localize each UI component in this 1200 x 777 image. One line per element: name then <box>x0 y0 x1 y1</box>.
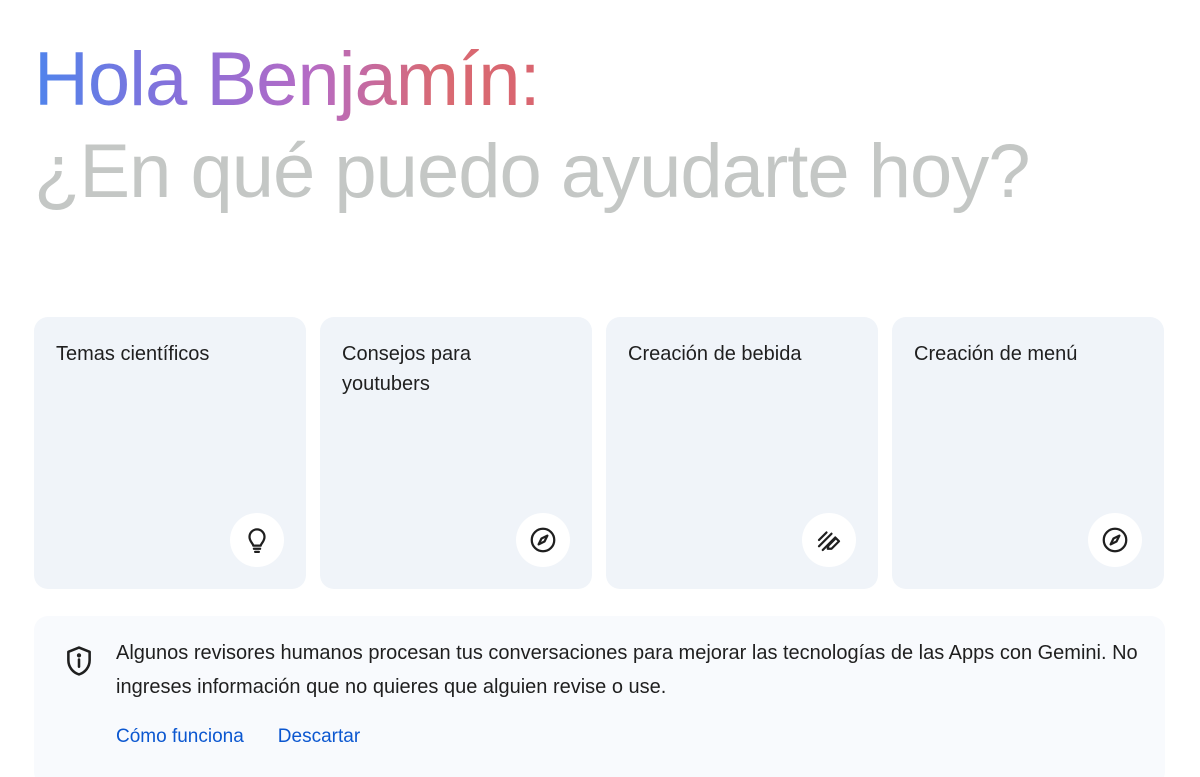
lightbulb-icon <box>230 513 284 567</box>
suggestion-card-label: Creación de menú <box>914 343 1078 365</box>
suggestion-card-label: Temas científicos <box>56 343 210 365</box>
suggestion-card-creacion-bebida[interactable]: Creación de bebida <box>606 317 878 589</box>
greeting-subtitle: ¿En qué puedo ayudarte hoy? <box>34 129 1031 214</box>
greeting-title-text: Hola Benjamín: <box>34 37 541 122</box>
compass-icon <box>516 513 570 567</box>
privacy-notice: Algunos revisores humanos procesan tus c… <box>34 616 1165 777</box>
compass-icon <box>1088 513 1142 567</box>
greeting-title: Hola Benjamín: <box>34 34 541 126</box>
gemini-home: Hola Benjamín: ¿En qué puedo ayudarte ho… <box>0 0 1200 777</box>
privacy-notice-actions: Cómo funciona Descartar <box>116 726 360 748</box>
suggestion-card-label: Creación de bebida <box>628 343 802 365</box>
suggestion-card-label: Consejos para youtubers <box>342 343 471 395</box>
shield-info-icon <box>62 644 96 678</box>
privacy-notice-text: Algunos revisores humanos procesan tus c… <box>116 642 1138 698</box>
suggestion-card-creacion-menu[interactable]: Creación de menú <box>892 317 1164 589</box>
how-it-works-link[interactable]: Cómo funciona <box>116 726 244 748</box>
dismiss-link[interactable]: Descartar <box>278 726 360 748</box>
edit-pen-icon <box>802 513 856 567</box>
suggestion-card-temas-cientificos[interactable]: Temas científicos <box>34 317 306 589</box>
suggestion-cards: Temas científicos Consejos para youtuber… <box>34 317 1164 589</box>
suggestion-card-consejos-youtubers[interactable]: Consejos para youtubers <box>320 317 592 589</box>
